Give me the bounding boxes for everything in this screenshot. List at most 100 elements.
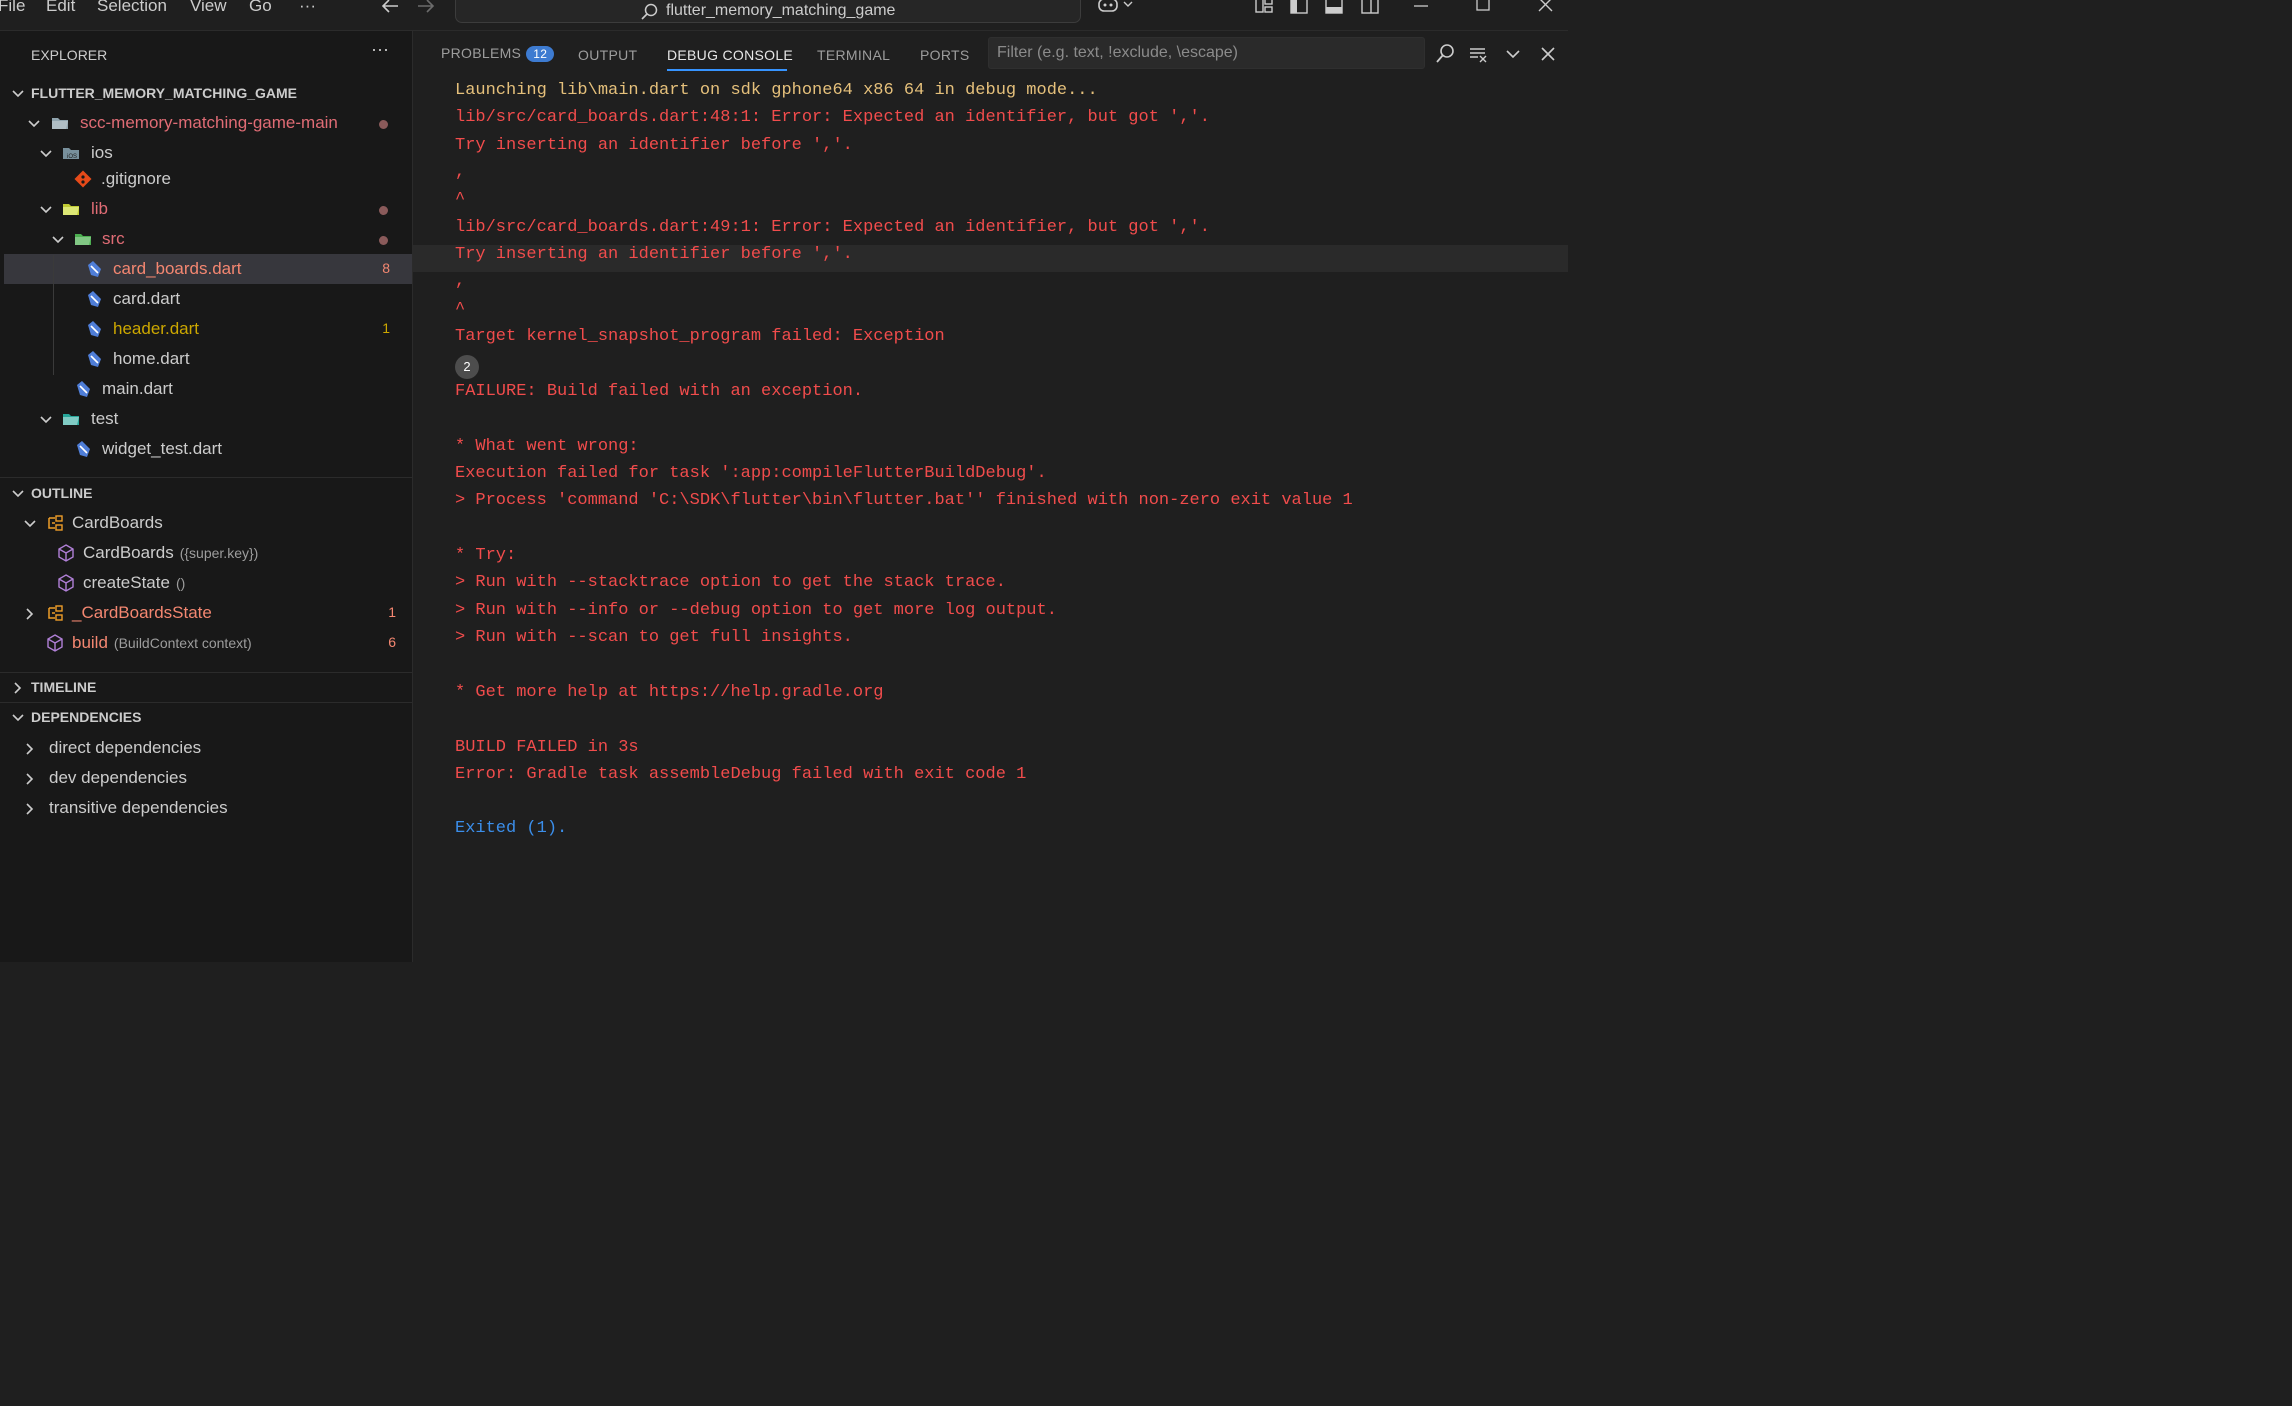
command-center-title: flutter_memory_matching_game [666,2,896,19]
modified-dot [379,206,388,215]
tree-item-label: .gitignore [101,169,171,188]
tab-terminal[interactable]: TERMINAL [817,47,890,63]
chevron-right-icon [26,743,34,755]
dart-file-icon [88,261,101,277]
dependency-group-dev[interactable]: dev dependencies [4,763,412,793]
outline-item-cardboards-class[interactable]: CardBoards [4,508,412,538]
minimize-icon[interactable] [1412,0,1432,12]
tree-item-scc-memory-matching-game-main[interactable]: scc-memory-matching-game-main [4,108,412,138]
maximize-icon[interactable] [1475,0,1493,14]
console-line: lib/src/card_boards.dart:48:1: Error: Ex… [455,108,1210,127]
modified-dot [379,236,388,245]
tab-problems-label: PROBLEMS [441,45,522,61]
menu-selection[interactable]: Selection [97,0,167,16]
outline-item-createstate[interactable]: createState () [4,568,412,598]
tree-item-card-boards-dart[interactable]: card_boards.dart 8 [4,254,412,284]
problem-count-badge: 8 [382,260,390,276]
dart-file-icon [77,441,90,457]
chevron-down-icon [40,416,52,424]
console-line: Target kernel_snapshot_program failed: E… [455,327,945,346]
chevron-down-icon [12,714,24,722]
project-folder-header[interactable]: FLUTTER_MEMORY_MATCHING_GAME [4,78,412,108]
indent-guide [53,255,54,375]
filter-input[interactable] [989,38,1424,68]
outline-section-header[interactable]: OUTLINE [4,479,412,509]
tree-item-label: scc-memory-matching-game-main [80,113,338,132]
outline-item-cardboards-constructor[interactable]: CardBoards ({super.key}) [4,538,412,568]
tree-item-card-dart[interactable]: card.dart [4,284,412,314]
chevron-down-icon[interactable] [1502,43,1524,65]
tree-item-src[interactable]: src [4,224,412,254]
console-line: * Get more help at https://help.gradle.o… [455,683,884,702]
dependency-group-direct[interactable]: direct dependencies [4,733,412,763]
console-line: , [455,163,466,182]
console-line: > Run with --stacktrace option to get th… [455,573,1006,592]
console-line: Execution failed for task ':app:compileF… [455,464,1047,483]
explorer-title: EXPLORER [31,47,108,63]
class-icon [48,515,63,531]
tree-item-home-dart[interactable]: home.dart [4,344,412,374]
chevron-down-icon [40,150,52,158]
command-center[interactable]: flutter_memory_matching_game [455,0,1081,23]
outline-item-label: _CardBoardsState [72,603,212,622]
tree-item-label: src [102,229,125,248]
outline-item-build[interactable]: build (BuildContext context) 6 [4,628,412,658]
title-bar: File Edit Selection View Go ··· flutter_… [0,0,1568,31]
tree-item-label: card.dart [113,289,181,308]
tree-item-label: card_boards.dart [113,259,242,278]
menu-edit[interactable]: Edit [46,0,75,16]
bottom-panel: PROBLEMS 12 OUTPUT DEBUG CONSOLE TERMINAL… [413,31,1568,962]
dependency-group-label: transitive dependencies [49,798,228,817]
chevron-right-icon [14,682,22,694]
tree-item-label: home.dart [113,349,190,368]
explorer-more-button[interactable]: ··· [371,39,389,60]
toggle-secondary-sidebar-icon[interactable] [1360,0,1380,15]
menu-file[interactable]: File [0,0,25,16]
problem-count-badge: 6 [388,634,396,650]
dart-file-icon [77,381,90,397]
folder-lib-icon [63,204,79,215]
copilot-icon[interactable] [1097,0,1135,16]
tab-debug-console[interactable]: DEBUG CONSOLE [667,47,793,63]
method-icon [47,634,63,652]
tab-output[interactable]: OUTPUT [578,47,637,63]
close-panel-icon[interactable] [1537,43,1559,65]
tree-item-label: main.dart [102,379,173,398]
chevron-down-icon [24,520,36,528]
tree-item-label: test [91,409,119,428]
timeline-section-header[interactable]: TIMELINE [4,673,412,703]
tree-item-gitignore[interactable]: .gitignore [4,164,412,194]
toggle-panel-icon[interactable] [1324,0,1344,15]
tree-item-label: header.dart [113,319,200,338]
tree-item-header-dart[interactable]: header.dart 1 [4,314,412,344]
console-line: FAILURE: Build failed with an exception. [455,382,864,401]
tree-item-lib[interactable]: lib [4,194,412,224]
toggle-primary-sidebar-icon[interactable] [1289,0,1309,15]
tab-problems[interactable]: PROBLEMS 12 [441,45,555,62]
tree-item-test[interactable]: test [4,404,412,434]
tree-item-main-dart[interactable]: main.dart [4,374,412,404]
repeat-count-badge: 2 [455,355,479,379]
menu-go[interactable]: Go [249,0,272,16]
menu-more[interactable]: ··· [299,0,316,16]
console-line: ^ [455,190,466,209]
find-icon[interactable] [1434,43,1456,65]
tab-ports[interactable]: PORTS [920,47,969,63]
forward-arrow-icon[interactable] [416,0,436,14]
dart-file-icon [88,321,101,337]
back-arrow-icon[interactable] [380,0,400,14]
dependencies-section-header[interactable]: DEPENDENCIES [4,703,412,733]
project-name: FLUTTER_MEMORY_MATCHING_GAME [31,85,297,101]
dependency-group-transitive[interactable]: transitive dependencies [4,793,412,823]
tree-item-widget-test-dart[interactable]: widget_test.dart [4,434,412,464]
clear-console-icon[interactable] [1467,43,1489,65]
menu-view[interactable]: View [190,0,227,16]
customize-layout-icon[interactable] [1254,0,1274,15]
dart-file-icon [88,291,101,307]
close-window-icon[interactable] [1537,0,1555,14]
chevron-down-icon [12,90,24,98]
outline-item-hint: ({super.key}) [179,545,259,561]
outline-item-hint: () [175,575,186,591]
filter-box [988,37,1425,69]
outline-item-cardboardsstate[interactable]: _CardBoardsState 1 [4,598,412,628]
